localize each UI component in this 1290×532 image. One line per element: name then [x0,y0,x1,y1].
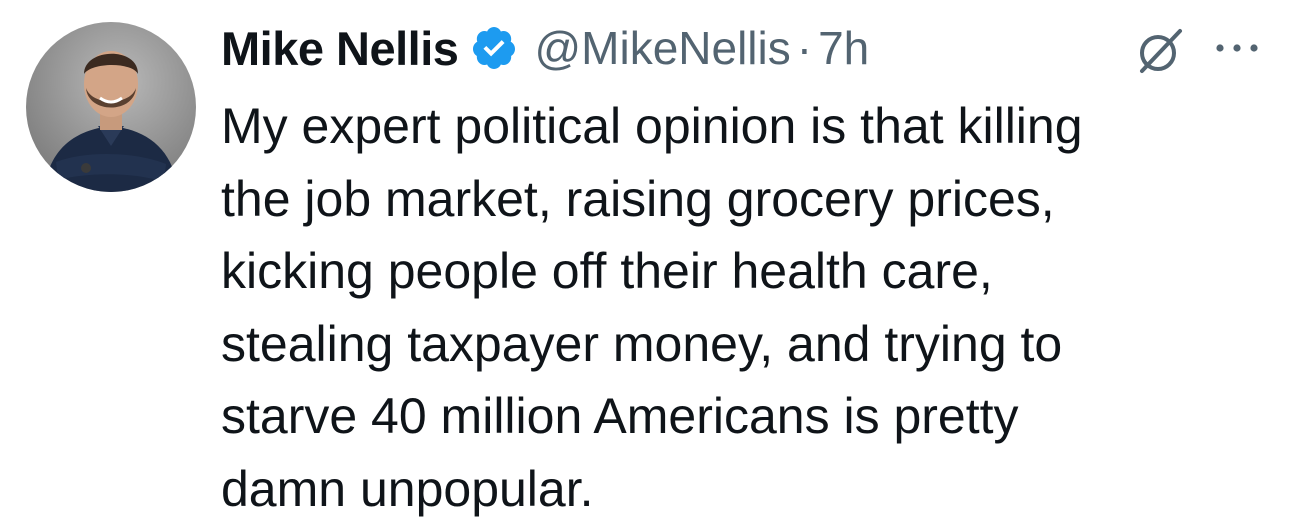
more-options-icon[interactable] [1212,38,1262,58]
tweet-text-line: damn unpopular. [221,460,594,517]
tweet-header: Mike Nellis @MikeNellis · 7h [221,14,869,82]
tweet-text: My expert political opinion is that kill… [221,90,1261,525]
avatar-image [44,51,178,192]
avatar[interactable] [26,22,196,192]
tweet-text-line: My expert political opinion is that kill… [221,98,1083,154]
tweet-text-line: kicking people off their health care, [221,243,993,299]
tweet[interactable]: Mike Nellis @MikeNellis · 7h My expert p… [0,0,1290,532]
author-handle[interactable]: @MikeNellis [534,21,790,75]
verified-badge-icon [473,27,516,69]
author-name[interactable]: Mike Nellis [221,21,459,76]
grok-icon[interactable] [1134,25,1186,77]
tweet-text-line: starve 40 million Americans is pretty [221,388,1019,444]
separator-dot: · [796,22,813,74]
tweet-text-line: the job market, raising grocery prices, [221,170,1055,227]
tweet-text-line: stealing taxpayer money, and trying to [221,315,1063,372]
timestamp[interactable]: 7h [818,21,869,75]
